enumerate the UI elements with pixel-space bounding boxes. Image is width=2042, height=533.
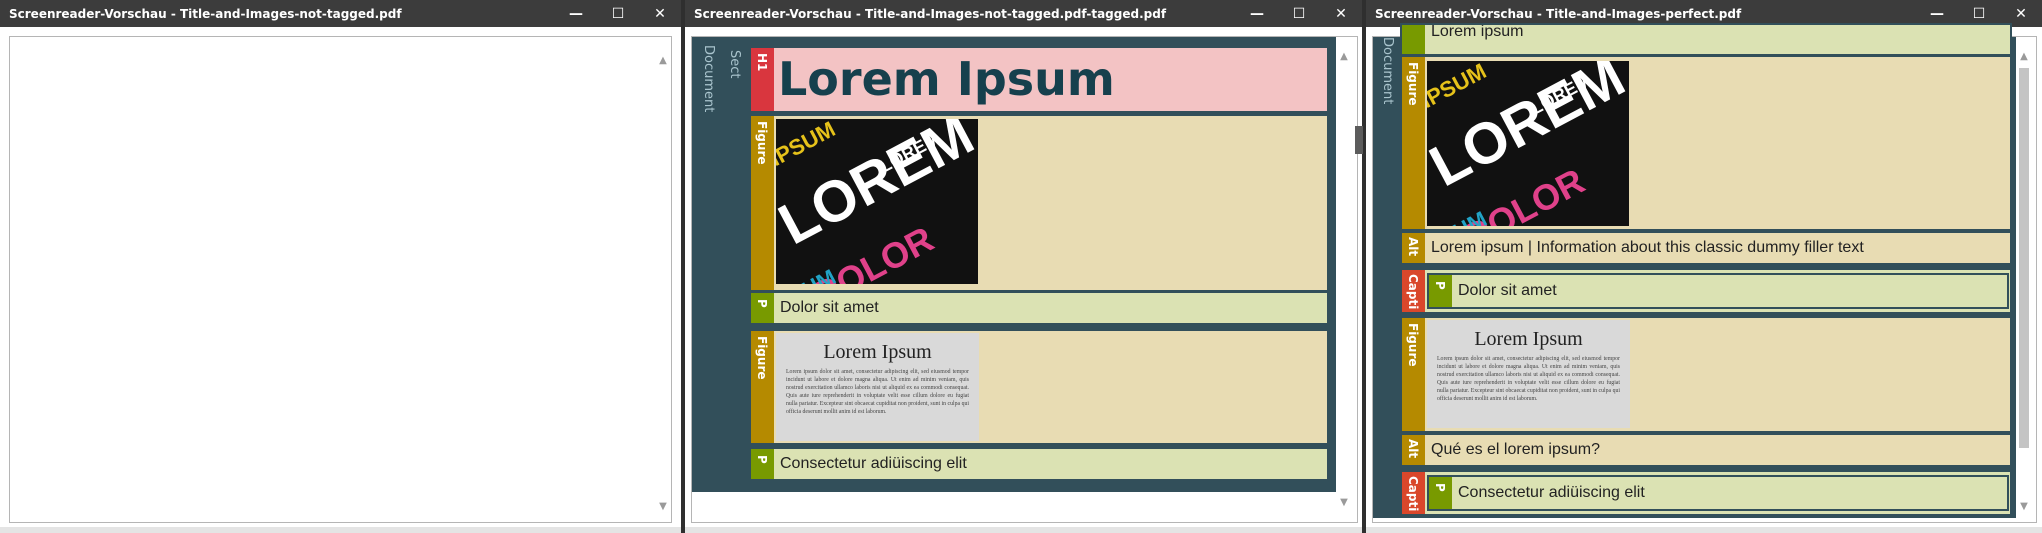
paragraph-text: Lorem ipsum: [1431, 25, 1524, 40]
tag-label-p: P: [1433, 483, 1447, 492]
lorem-cover-image: LOREM DOLOR PSUM IPSUM LOREM: [1427, 61, 1629, 226]
thumbnail-body: Lorem ipsum dolor sit amet, consectetur …: [1437, 356, 1620, 402]
paragraph-text: Dolor sit amet: [780, 299, 879, 316]
scroll-up-icon[interactable]: ▲: [2016, 48, 2032, 64]
scroll-up-icon[interactable]: ▲: [655, 52, 671, 68]
titlebar-middle: Screenreader-Vorschau - Title-and-Images…: [685, 0, 1362, 27]
tag-caption[interactable]: Capti P Dolor sit amet: [1400, 268, 2012, 314]
window-middle: Screenreader-Vorschau - Title-and-Images…: [685, 0, 1362, 533]
thumbnail-title: Lorem Ipsum: [1474, 328, 1583, 350]
scroll-down-icon[interactable]: ▼: [2016, 498, 2032, 514]
paragraph-text: Consectetur adiüiscing elit: [780, 455, 967, 472]
tag-p-partial[interactable]: Lorem ipsum: [1400, 23, 2012, 56]
scroll-up-icon[interactable]: ▲: [1336, 48, 1352, 64]
caption-text: Dolor sit amet: [1458, 282, 1557, 299]
window-title: Screenreader-Vorschau - Title-and-Images…: [1375, 6, 1742, 21]
tag-label-p: P: [1433, 281, 1447, 290]
document-thumbnail: Lorem Ipsum Lorem ipsum dolor sit amet, …: [1427, 320, 1630, 428]
window-title: Screenreader-Vorschau - Title-and-Images…: [694, 6, 1167, 21]
tag-tree-document: Document Sect H1 Lorem Ipsum Figure LORE…: [692, 37, 1336, 492]
tag-label-document: Document: [1380, 37, 1395, 105]
tag-p[interactable]: P Dolor sit amet: [1427, 273, 2009, 309]
tag-p[interactable]: P Consectetur adiüiscing elit: [1427, 475, 2009, 511]
scroll-thumb[interactable]: [2019, 68, 2029, 448]
tag-alt[interactable]: Alt Qué es el lorem ipsum?: [1400, 433, 2012, 467]
tag-h1[interactable]: H1 Lorem Ipsum: [749, 46, 1329, 113]
scrollbar[interactable]: ▲ ▼: [1336, 48, 1352, 510]
tag-label-alt: Alt: [1406, 237, 1420, 257]
splitter-handle[interactable]: [1355, 126, 1363, 154]
alt-text: Lorem ipsum | Information about this cla…: [1431, 239, 1864, 256]
cover-word: IPSUM: [776, 119, 840, 172]
tag-figure[interactable]: Figure Lorem Ipsum Lorem ipsum dolor sit…: [1400, 316, 2012, 433]
tag-p[interactable]: P Consectetur adiüiscing elit: [749, 447, 1329, 481]
preview-pane-empty: [9, 36, 672, 523]
tag-p[interactable]: P Dolor sit amet: [749, 291, 1329, 325]
scrollbar[interactable]: ▲ ▼: [2016, 48, 2032, 514]
scroll-down-icon[interactable]: ▼: [1336, 494, 1352, 510]
maximize-button[interactable]: ☐: [1278, 0, 1320, 27]
status-bar: [1366, 527, 2042, 533]
tag-label-sect: Sect: [727, 50, 742, 79]
window-right: Screenreader-Vorschau - Title-and-Images…: [1366, 0, 2042, 533]
tag-alt[interactable]: Alt Lorem ipsum | Information about this…: [1400, 231, 2012, 265]
cover-word: IPSUM: [1427, 61, 1491, 114]
tag-label-document: Document: [701, 45, 716, 113]
caption-text: Consectetur adiüiscing elit: [1458, 484, 1645, 501]
maximize-button[interactable]: ☐: [597, 0, 639, 27]
tag-label-alt: Alt: [1406, 439, 1420, 459]
tag-label-h1: H1: [755, 53, 769, 72]
tag-caption[interactable]: Capti P Consectetur adiüiscing elit: [1400, 470, 2012, 516]
window-left: Screenreader-Vorschau - Title-and-Images…: [0, 0, 681, 533]
minimize-button[interactable]: —: [555, 0, 597, 27]
lorem-cover-image: LOREM DOLOR PSUM IPSUM LOREM: [776, 119, 978, 284]
tag-figure[interactable]: Figure LOREM DOLOR PSUM IPSUM LOREM: [1400, 55, 2012, 231]
thumbnail-title: Lorem Ipsum: [823, 341, 932, 363]
status-bar: [0, 527, 681, 533]
thumbnail-body: Lorem ipsum dolor sit amet, consectetur …: [786, 369, 969, 415]
tag-tree-document: Document Lorem ipsum Figure LOREM DOLOR …: [1373, 23, 2016, 518]
tag-label-figure: Figure: [755, 121, 769, 165]
tag-label-p: P: [755, 299, 769, 308]
document-thumbnail: Lorem Ipsum Lorem ipsum dolor sit amet, …: [776, 333, 979, 441]
tag-label-figure: Figure: [1406, 323, 1420, 367]
tag-label-caption: Capti: [1406, 476, 1420, 512]
heading-text: Lorem Ipsum: [778, 52, 1115, 106]
tag-label-figure: Figure: [755, 336, 769, 380]
tag-label-figure: Figure: [1406, 62, 1420, 106]
alt-text: Qué es el lorem ipsum?: [1431, 441, 1600, 458]
close-button[interactable]: ✕: [1320, 0, 1362, 27]
tag-figure[interactable]: Figure LOREM DOLOR PSUM IPSUM LOREM: [749, 114, 1329, 292]
close-button[interactable]: ✕: [639, 0, 681, 27]
scrollbar[interactable]: ▲ ▼: [655, 52, 671, 514]
titlebar-left: Screenreader-Vorschau - Title-and-Images…: [0, 0, 681, 27]
minimize-button[interactable]: —: [1236, 0, 1278, 27]
scroll-down-icon[interactable]: ▼: [655, 498, 671, 514]
tag-label-p: P: [755, 455, 769, 464]
status-bar: [685, 527, 1362, 533]
tag-label-caption: Capti: [1406, 274, 1420, 310]
tag-figure[interactable]: Figure Lorem Ipsum Lorem ipsum dolor sit…: [749, 329, 1329, 445]
window-title: Screenreader-Vorschau - Title-and-Images…: [9, 6, 402, 21]
